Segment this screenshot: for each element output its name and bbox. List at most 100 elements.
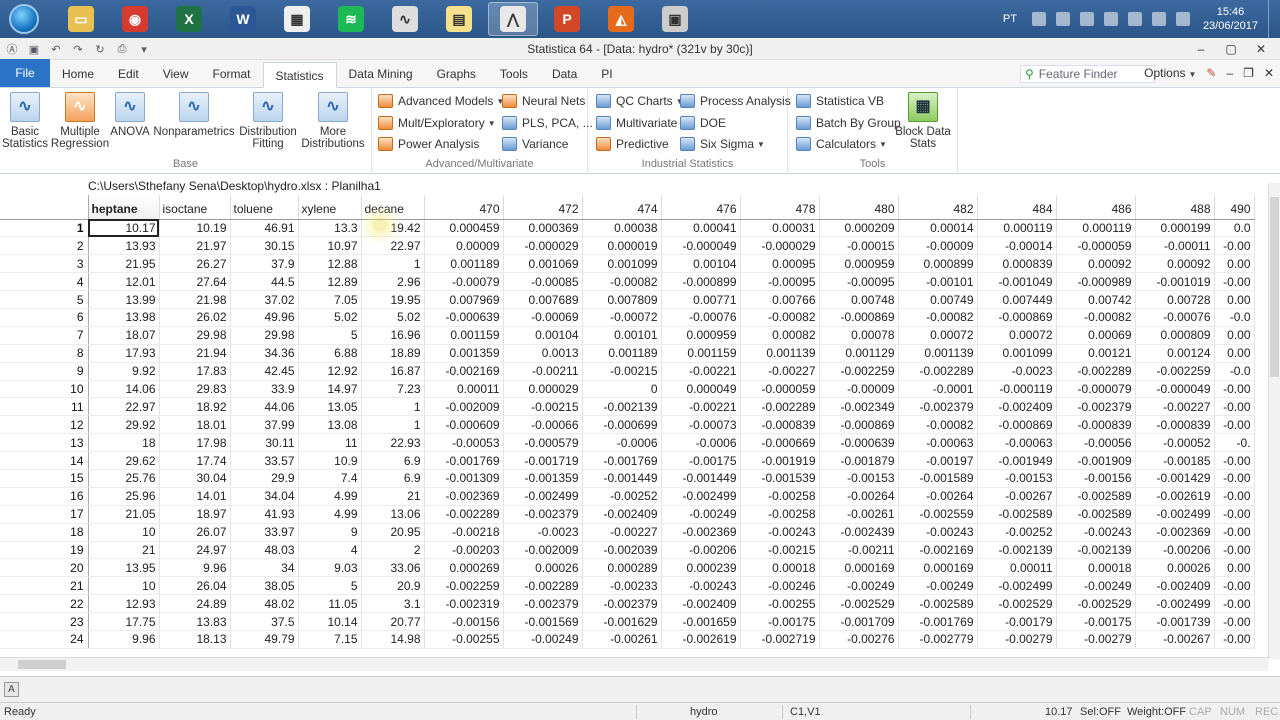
taskbar-app-powerpoint[interactable]: P bbox=[542, 2, 592, 36]
table-cell[interactable]: 17.93 bbox=[88, 344, 160, 363]
predictive-button[interactable]: Predictive bbox=[596, 135, 669, 153]
table-cell[interactable]: -0.001769 bbox=[582, 451, 662, 470]
table-cell[interactable]: 0.000169 bbox=[819, 558, 899, 578]
taskbar-app-calculator[interactable]: ▦ bbox=[272, 2, 322, 36]
row-header[interactable]: 12 bbox=[0, 415, 89, 435]
table-cell[interactable]: 9.03 bbox=[298, 558, 362, 578]
table-cell[interactable]: 10 bbox=[88, 576, 160, 596]
table-cell[interactable]: -0.002589 bbox=[977, 505, 1057, 524]
table-cell[interactable]: 25.96 bbox=[88, 487, 160, 506]
table-cell[interactable]: 0.00092 bbox=[1135, 254, 1215, 274]
table-cell[interactable]: 0.000899 bbox=[898, 254, 978, 274]
table-cell[interactable]: -0. bbox=[1214, 433, 1255, 453]
table-cell[interactable]: -0.00015 bbox=[819, 236, 899, 256]
table-cell[interactable]: 0.00072 bbox=[977, 326, 1057, 345]
scroll-thumb[interactable] bbox=[1270, 197, 1279, 377]
row-header[interactable]: 24 bbox=[0, 630, 89, 649]
row-header[interactable]: 11 bbox=[0, 397, 89, 417]
table-cell[interactable]: 20.9 bbox=[361, 576, 425, 596]
table-cell[interactable]: -0.00249 bbox=[898, 576, 978, 596]
table-cell[interactable]: 0.000049 bbox=[661, 380, 741, 399]
table-cell[interactable]: 18.97 bbox=[159, 505, 231, 524]
table-cell[interactable]: 12.88 bbox=[298, 254, 362, 274]
table-cell[interactable]: 10 bbox=[88, 523, 160, 542]
column-header[interactable]: 484 bbox=[977, 195, 1057, 220]
table-cell[interactable]: -0.00 bbox=[1214, 469, 1255, 488]
table-cell[interactable]: 0.00026 bbox=[503, 558, 583, 578]
table-cell[interactable]: 0.000169 bbox=[898, 558, 978, 578]
table-cell[interactable]: 0.00038 bbox=[582, 219, 662, 238]
table-cell[interactable]: -0.000669 bbox=[740, 433, 820, 453]
table-cell[interactable]: -0.00258 bbox=[740, 487, 820, 506]
table-cell[interactable]: -0.00063 bbox=[898, 433, 978, 453]
table-cell[interactable]: -0.002349 bbox=[819, 397, 899, 417]
table-cell[interactable]: -0.00009 bbox=[898, 236, 978, 256]
table-cell[interactable]: 7.4 bbox=[298, 469, 362, 488]
table-cell[interactable]: 17.98 bbox=[159, 433, 231, 453]
table-cell[interactable]: -0.00 bbox=[1214, 576, 1255, 596]
table-cell[interactable]: -0.002619 bbox=[1135, 487, 1215, 506]
table-cell[interactable]: -0.00252 bbox=[582, 487, 662, 506]
table-cell[interactable]: -0.00056 bbox=[1056, 433, 1136, 453]
row-header[interactable]: 21 bbox=[0, 576, 89, 596]
table-cell[interactable]: -0.002289 bbox=[1056, 362, 1136, 381]
table-cell[interactable]: 48.02 bbox=[230, 594, 299, 614]
table-cell[interactable]: 0.000959 bbox=[661, 326, 741, 345]
table-cell[interactable]: 17.75 bbox=[88, 612, 160, 631]
table-cell[interactable]: -0.00153 bbox=[819, 469, 899, 488]
table-cell[interactable]: -0.002719 bbox=[740, 630, 820, 649]
pls-pca-button[interactable]: PLS, PCA, ... bbox=[502, 114, 593, 132]
taskbar-app-explorer[interactable]: ▭ bbox=[56, 2, 106, 36]
table-cell[interactable]: 22.97 bbox=[88, 397, 160, 417]
scroll-thumb[interactable] bbox=[18, 660, 66, 669]
tray-icon[interactable] bbox=[1055, 12, 1070, 26]
table-cell[interactable]: 0.0 bbox=[1214, 219, 1255, 238]
clock[interactable]: 15:46 23/06/2017 bbox=[1203, 5, 1258, 33]
multiple-regression-button[interactable]: ∿ Multiple Regression bbox=[51, 92, 109, 150]
table-cell[interactable]: -0.001359 bbox=[503, 469, 583, 488]
maximize-button[interactable]: ▢ bbox=[1218, 40, 1244, 58]
taskbar-app-statistica[interactable]: ⋀ bbox=[488, 2, 538, 36]
table-cell[interactable]: -0.00221 bbox=[661, 397, 741, 417]
table-cell[interactable]: -0.00101 bbox=[898, 272, 978, 292]
table-cell[interactable]: -0.002559 bbox=[898, 505, 978, 524]
table-cell[interactable]: 20.77 bbox=[361, 612, 425, 631]
table-cell[interactable]: 0.000289 bbox=[582, 558, 662, 578]
table-cell[interactable]: 12.92 bbox=[298, 362, 362, 381]
table-cell[interactable]: -0.00175 bbox=[661, 451, 741, 470]
table-cell[interactable]: 13.98 bbox=[88, 308, 160, 327]
table-cell[interactable]: 9.96 bbox=[159, 558, 231, 578]
table-cell[interactable]: 6.9 bbox=[361, 451, 425, 470]
table-cell[interactable]: 49.96 bbox=[230, 308, 299, 327]
table-cell[interactable]: -0.002259 bbox=[424, 576, 504, 596]
column-header[interactable]: 472 bbox=[503, 195, 583, 220]
table-cell[interactable]: -0.00243 bbox=[1056, 523, 1136, 542]
statistica-vb-button[interactable]: Statistica VB bbox=[796, 92, 884, 110]
table-cell[interactable]: 0.0013 bbox=[503, 344, 583, 363]
distribution-fitting-button[interactable]: ∿ Distribution Fitting bbox=[238, 92, 298, 150]
table-cell[interactable]: 44.5 bbox=[230, 272, 299, 292]
table-cell[interactable]: -0.002499 bbox=[977, 576, 1057, 596]
table-cell[interactable]: 0.001159 bbox=[661, 344, 741, 363]
table-cell[interactable]: -0.000029 bbox=[503, 236, 583, 256]
table-cell[interactable]: -0.000839 bbox=[1056, 415, 1136, 435]
table-cell[interactable]: -0.00227 bbox=[582, 523, 662, 542]
table-cell[interactable]: -0.001739 bbox=[1135, 612, 1215, 631]
table-cell[interactable]: -0.0006 bbox=[582, 433, 662, 453]
table-cell[interactable]: 18.89 bbox=[361, 344, 425, 363]
start-button[interactable] bbox=[4, 1, 44, 37]
tab-home[interactable]: Home bbox=[50, 61, 106, 87]
table-cell[interactable]: -0.00 bbox=[1214, 380, 1255, 399]
table-cell[interactable]: 21.94 bbox=[159, 344, 231, 363]
network-icon[interactable] bbox=[1103, 12, 1118, 26]
column-header[interactable]: xylene bbox=[298, 195, 362, 220]
table-cell[interactable]: -0.002139 bbox=[977, 541, 1057, 560]
table-cell[interactable]: 0.000959 bbox=[819, 254, 899, 274]
table-cell[interactable]: -0.000869 bbox=[977, 308, 1057, 327]
table-cell[interactable]: -0.001659 bbox=[661, 612, 741, 631]
table-cell[interactable]: 1 bbox=[361, 415, 425, 435]
table-cell[interactable]: -0.00206 bbox=[661, 541, 741, 560]
row-header[interactable]: 9 bbox=[0, 362, 89, 381]
row-header[interactable]: 17 bbox=[0, 505, 89, 524]
row-header[interactable]: 18 bbox=[0, 523, 89, 542]
